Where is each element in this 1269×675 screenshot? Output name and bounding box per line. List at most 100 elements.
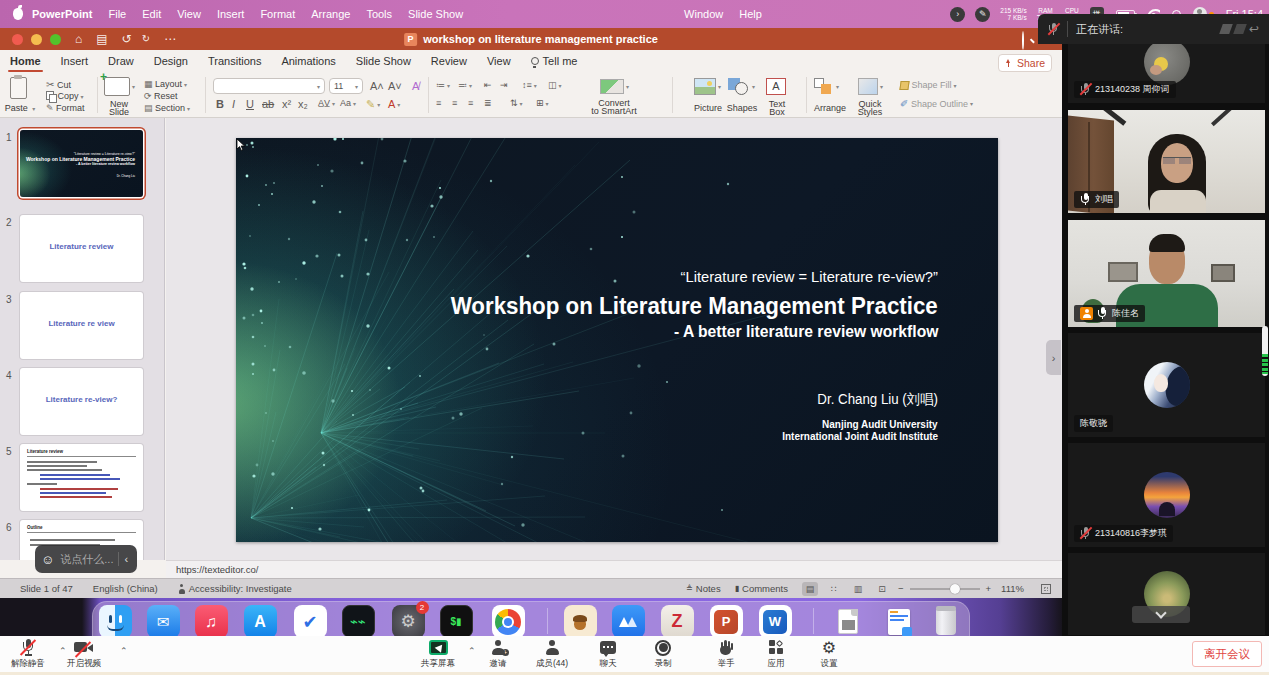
menu-format[interactable]: Format: [252, 8, 303, 20]
slideshow-button[interactable]: ⊡: [874, 582, 890, 596]
status-item-arrow-icon[interactable]: ›: [950, 7, 965, 22]
menu-arrange[interactable]: Arrange: [303, 8, 358, 20]
menu-tools[interactable]: Tools: [358, 8, 400, 20]
meeting-control-settings[interactable]: ⚙设置: [797, 639, 861, 670]
tab-design[interactable]: Design: [144, 50, 198, 73]
clear-format-button[interactable]: A̸: [412, 80, 419, 92]
dock-meeting-app-icon[interactable]: [612, 605, 645, 638]
participant-tile-5[interactable]: 213140816李梦琪: [1068, 443, 1265, 547]
tab-animations[interactable]: Animations: [271, 50, 345, 73]
fit-slide-button[interactable]: [1038, 582, 1054, 596]
dock-word-icon[interactable]: W: [759, 605, 792, 638]
save-icon[interactable]: ▤: [96, 28, 107, 50]
font-color-button[interactable]: A▾: [388, 98, 400, 110]
emoji-icon[interactable]: ☺: [41, 552, 54, 567]
zoom-slider[interactable]: [910, 588, 980, 590]
leave-meeting-button[interactable]: 离开会议: [1192, 641, 1262, 667]
zoom-out-button[interactable]: −: [898, 583, 904, 594]
slide-quote-text[interactable]: “Literature review = Literature re-view?…: [681, 268, 938, 286]
subscript-button[interactable]: x₂: [298, 98, 308, 110]
slide-canvas[interactable]: “Literature review = Literature re-view?…: [236, 138, 998, 542]
layout-button[interactable]: ▦ Layout▾: [144, 79, 187, 89]
reset-button[interactable]: ⟳ Reset: [144, 91, 178, 101]
slide-thumbnail-5[interactable]: Literature review: [20, 444, 143, 511]
scroll-down-button[interactable]: [1132, 606, 1190, 623]
underline-button[interactable]: U: [246, 98, 254, 110]
format-painter-button[interactable]: ✎ Format: [46, 103, 85, 113]
align-text-button[interactable]: ⊞▾: [536, 98, 549, 108]
tab-transitions[interactable]: Transitions: [198, 50, 271, 73]
superscript-button[interactable]: x²: [282, 98, 291, 110]
slide-presenter-text[interactable]: Dr. Chang Liu (刘唱): [818, 391, 938, 409]
zoom-in-button[interactable]: +: [986, 583, 992, 594]
menu-app-name[interactable]: PowerPoint: [23, 8, 101, 20]
slide-org1-text[interactable]: Nanjing Audit University: [823, 418, 938, 430]
shrink-font-button[interactable]: A˅: [388, 80, 402, 92]
dock-terminal-icon[interactable]: $▮: [440, 605, 473, 638]
copy-button[interactable]: Copy▾: [46, 91, 84, 101]
italic-button[interactable]: I: [232, 98, 235, 110]
slide-sorter-button[interactable]: ∷: [826, 582, 842, 596]
dock-trash-icon[interactable]: [930, 605, 963, 638]
sidebar-scrollbar[interactable]: [1262, 326, 1268, 376]
redo-icon[interactable]: ↻: [142, 28, 150, 50]
picture-button[interactable]: ▾: [694, 78, 721, 95]
arrange-button[interactable]: ▾: [814, 78, 839, 95]
reading-view-button[interactable]: ▥: [850, 582, 866, 596]
shape-fill-button[interactable]: Shape Fill▾: [900, 80, 957, 90]
font-size-combo[interactable]: 11▾: [329, 78, 363, 94]
zoom-button[interactable]: [50, 34, 61, 45]
dock-acorn-icon[interactable]: [564, 605, 597, 638]
participant-tile-2[interactable]: 刘唱: [1068, 110, 1265, 213]
char-spacing-button[interactable]: A̲V̲▾: [318, 98, 335, 108]
quick-styles-button[interactable]: ▾: [858, 78, 883, 95]
slide-subtitle-text[interactable]: - A better literature review workflow: [673, 322, 938, 341]
slide-title-text[interactable]: Workshop on Literature Management Practi…: [451, 293, 938, 320]
header-back-icon[interactable]: ↩: [1249, 22, 1259, 36]
meeting-control-mic-muted[interactable]: 解除静音: [0, 639, 60, 670]
control-expand-caret[interactable]: ⌃: [120, 646, 128, 656]
tab-review[interactable]: Review: [421, 50, 477, 73]
dock-document-icon[interactable]: [832, 605, 865, 638]
meeting-control-screen-share[interactable]: 共享屏幕: [406, 639, 470, 670]
columns-button[interactable]: ◫▾: [548, 80, 562, 90]
apple-menu-icon[interactable]: [13, 8, 23, 20]
shapes-button[interactable]: ▾: [728, 78, 755, 95]
meeting-control-members[interactable]: 成员(44): [520, 639, 584, 670]
tab-insert[interactable]: Insert: [51, 50, 99, 73]
menu-slide-show[interactable]: Slide Show: [400, 8, 471, 20]
change-case-button[interactable]: Aa▾: [340, 98, 356, 108]
paste-button[interactable]: [10, 77, 27, 99]
dock-system-settings-icon[interactable]: ⚙2: [392, 605, 425, 638]
minimize-button[interactable]: [31, 34, 42, 45]
strikethrough-button[interactable]: ab: [262, 98, 274, 110]
bold-button[interactable]: B: [216, 98, 224, 110]
outdent-button[interactable]: ⇤: [484, 80, 492, 90]
grow-font-button[interactable]: A˄: [370, 80, 384, 92]
align-left-button[interactable]: ≡: [436, 98, 441, 108]
font-name-combo[interactable]: ▾: [213, 78, 325, 94]
menu-help[interactable]: Help: [731, 8, 770, 20]
line-spacing-button[interactable]: ↕≡▾: [522, 80, 537, 90]
indent-button[interactable]: ⇥: [500, 80, 508, 90]
tab-view[interactable]: View: [477, 50, 521, 73]
menu-insert[interactable]: Insert: [209, 8, 253, 20]
numbering-button[interactable]: ≕▾: [458, 80, 472, 90]
highlight-button[interactable]: ✎▾: [366, 98, 380, 111]
normal-view-button[interactable]: ▤: [802, 582, 818, 596]
close-button[interactable]: [12, 34, 23, 45]
tab-slide-show[interactable]: Slide Show: [346, 50, 421, 73]
dock-finder-icon[interactable]: [99, 605, 132, 638]
meeting-chat-bubble[interactable]: ☺ 说点什么... ‹: [35, 545, 137, 573]
dock-music-icon[interactable]: ♫: [195, 605, 228, 638]
meeting-control-camera-off[interactable]: 开启视频: [52, 639, 116, 670]
bullets-button[interactable]: ≔▾: [436, 80, 450, 90]
tab-tell-me[interactable]: Tell me: [521, 50, 588, 73]
tab-home[interactable]: Home: [0, 50, 51, 73]
notes-area[interactable]: https://texteditor.co/: [166, 560, 1062, 578]
align-center-button[interactable]: ≡: [452, 98, 457, 108]
chat-collapse-icon[interactable]: ‹: [124, 553, 128, 565]
text-direction-button[interactable]: ⇅▾: [510, 98, 523, 108]
status-item-pen-icon[interactable]: ✎: [975, 7, 990, 22]
cut-button[interactable]: ✂ Cut: [46, 79, 71, 90]
